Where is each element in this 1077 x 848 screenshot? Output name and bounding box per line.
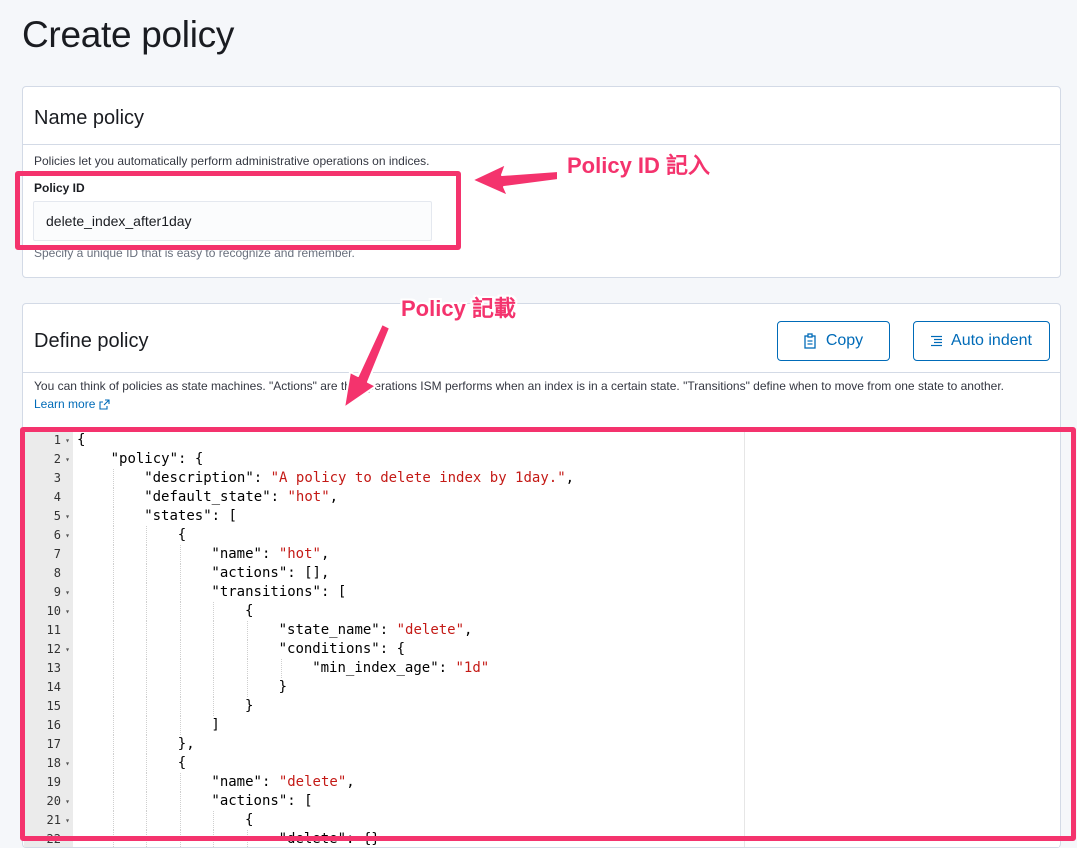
arrow-to-policy-id-icon [471, 163, 559, 197]
name-policy-description: Policies let you automatically perform a… [34, 154, 430, 168]
auto-indent-button[interactable]: Auto indent [913, 321, 1050, 361]
define-policy-title: Define policy [34, 330, 149, 352]
external-link-icon [99, 398, 110, 410]
name-policy-title: Name policy [34, 107, 145, 129]
learn-more-label: Learn more [34, 397, 96, 411]
policy-id-callout: Policy ID 記入 [567, 153, 711, 178]
indent-icon [931, 335, 943, 347]
policy-id-highlight-box [15, 171, 461, 250]
learn-more-link[interactable]: Learn more [34, 397, 110, 411]
copy-icon [804, 333, 816, 349]
policy-editor-highlight-box [20, 427, 1076, 841]
auto-indent-label: Auto indent [951, 332, 1032, 349]
define-policy-description: You can think of policies as state machi… [34, 379, 1005, 393]
define-policy-header: Define policy Copy Auto indent [23, 304, 1060, 373]
name-policy-header: Name policy [23, 87, 1060, 145]
copy-button[interactable]: Copy [777, 321, 890, 361]
page-title: Create policy [22, 14, 235, 55]
copy-label: Copy [825, 332, 864, 349]
policy-callout: Policy 記載 [401, 296, 516, 321]
arrow-to-editor-icon [343, 323, 391, 409]
